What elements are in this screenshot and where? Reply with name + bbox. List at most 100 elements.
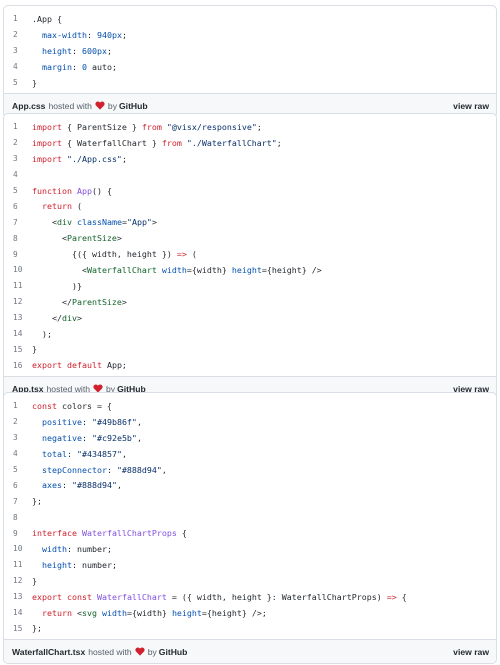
gist-file-link[interactable]: WaterfallChart.tsx [12, 647, 85, 657]
line-number[interactable]: 9 [4, 529, 30, 538]
code-token: margin [42, 61, 72, 72]
code-token: App; [101, 360, 127, 371]
line-number[interactable]: 3 [4, 154, 30, 163]
code-token: </ [32, 312, 62, 323]
line-number[interactable]: 1 [4, 14, 30, 23]
code-token: "#434857" [76, 448, 122, 459]
line-number[interactable]: 11 [4, 560, 30, 569]
line-number[interactable]: 8 [4, 234, 30, 243]
line-number[interactable]: 3 [4, 433, 30, 442]
code-token: ; [276, 137, 282, 148]
line-number[interactable]: 10 [4, 544, 30, 553]
code-line: 4 [4, 167, 496, 183]
line-code: ); [30, 329, 52, 339]
line-code: }; [30, 496, 42, 506]
line-number[interactable]: 16 [4, 361, 30, 370]
line-number[interactable]: 3 [4, 46, 30, 55]
code-token: import [32, 121, 62, 132]
code-line: 1 import { ParentSize } from "@visx/respo… [4, 119, 496, 135]
code-token: interface [32, 528, 77, 539]
line-number[interactable]: 14 [4, 608, 30, 617]
github-link[interactable]: GitHub [119, 101, 148, 111]
code-line: 16 export default App; [4, 357, 496, 373]
line-number[interactable]: 8 [4, 513, 30, 522]
gist-app-tsx: 1 import { ParentSize } from "@visx/respo… [3, 113, 497, 402]
code-token: { [176, 528, 187, 539]
code-token: < [32, 217, 57, 228]
line-number[interactable]: 15 [4, 624, 30, 633]
code-token: ; [256, 121, 262, 132]
line-code: function App() { [30, 186, 112, 196]
gist-meta: App.css hosted with by GitHub [12, 101, 148, 111]
code-line: 7 <div className="App"> [4, 214, 496, 230]
line-number[interactable]: 7 [4, 497, 30, 506]
line-number[interactable]: 1 [4, 401, 30, 410]
line-code: )} [30, 281, 82, 291]
code-line: 4 total: "#434857", [4, 446, 496, 462]
line-number[interactable]: 2 [4, 417, 30, 426]
code-token: , [136, 432, 142, 443]
code-token: => [176, 249, 187, 260]
code-line: 15} [4, 341, 496, 357]
line-code: height: number; [30, 560, 117, 570]
code-line: 1 .App { [4, 11, 496, 27]
code-line: 2 import { WaterfallChart } from "./Water… [4, 135, 496, 151]
line-number[interactable]: 2 [4, 30, 30, 39]
code-token: ); [32, 328, 52, 339]
line-code: axes: "#888d94", [30, 480, 122, 490]
code-token: < [71, 607, 82, 618]
code-token: "./WaterfallChart" [186, 137, 277, 148]
code-token: ={height} />; [201, 607, 267, 618]
line-code: max-width: 940px; [30, 30, 127, 40]
line-number[interactable]: 12 [4, 576, 30, 585]
line-number[interactable]: 13 [4, 592, 30, 601]
line-number[interactable]: 15 [4, 345, 30, 354]
line-number[interactable]: 12 [4, 297, 30, 306]
line-number[interactable]: 6 [4, 481, 30, 490]
gist-file-link[interactable]: App.css [12, 101, 45, 111]
line-number[interactable]: 2 [4, 138, 30, 147]
code-line: 5 stepConnector: "#888d94", [4, 462, 496, 478]
code-line: 14 ); [4, 326, 496, 342]
line-number[interactable]: 13 [4, 313, 30, 322]
line-number[interactable]: 11 [4, 281, 30, 290]
code-line: 12 </ParentSize> [4, 294, 496, 310]
line-number[interactable]: 4 [4, 62, 30, 71]
line-number[interactable]: 14 [4, 329, 30, 338]
code-token: from [141, 121, 162, 132]
line-code: </div> [30, 313, 82, 323]
code-token: 600px [81, 45, 107, 56]
view-raw-link[interactable]: view raw [453, 101, 489, 111]
line-number[interactable]: 7 [4, 218, 30, 227]
line-number[interactable]: 1 [4, 122, 30, 131]
line-number[interactable]: 10 [4, 265, 30, 274]
code-token: { ParentSize } [61, 121, 142, 132]
code-line: 3 height: 600px; [4, 43, 496, 59]
line-number[interactable]: 4 [4, 449, 30, 458]
code-line: 14 return <svg width={width} height={hei… [4, 605, 496, 621]
code-token: , [136, 416, 142, 427]
line-number[interactable]: 5 [4, 78, 30, 87]
gist-footer: WaterfallChart.tsx hosted with by GitHub vie… [4, 639, 496, 664]
code-token: height [42, 559, 72, 570]
code-line: 3 import "./App.css"; [4, 151, 496, 167]
code-token: > [151, 217, 157, 228]
code-line: 5} [4, 75, 496, 91]
line-number[interactable]: 5 [4, 186, 30, 195]
heart-icon [95, 102, 105, 111]
view-raw-link[interactable]: view raw [453, 647, 489, 657]
heart-icon [135, 647, 145, 656]
line-number[interactable]: 5 [4, 465, 30, 474]
code-token: .App { [32, 13, 62, 24]
line-number[interactable]: 4 [4, 170, 30, 179]
code-line: 13 export const WaterfallChart = ({ width… [4, 589, 496, 605]
code-token: axes [42, 480, 62, 491]
code-line: 6 axes: "#888d94", [4, 477, 496, 493]
line-number[interactable]: 9 [4, 250, 30, 259]
code-token: : [86, 29, 97, 40]
line-number[interactable]: 6 [4, 202, 30, 211]
github-link[interactable]: GitHub [159, 647, 188, 657]
code-token: , [161, 464, 167, 475]
